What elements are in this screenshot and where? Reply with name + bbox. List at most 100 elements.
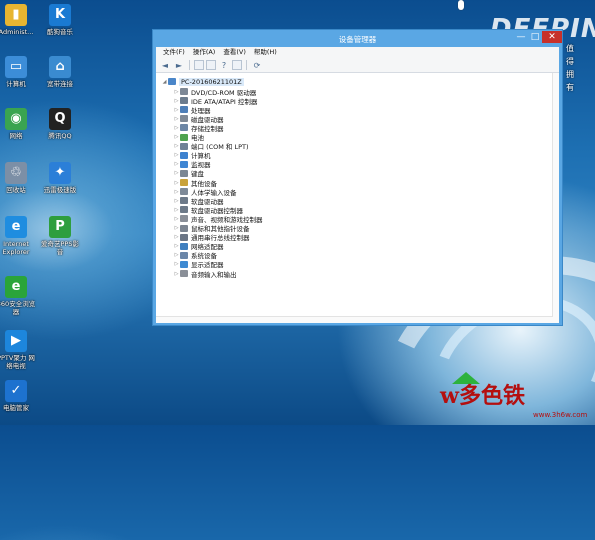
device-manager-window[interactable]: 设备管理器 — □ ✕ 文件(F) 操作(A) 查看(V) 帮助(H) ◄ ► … [152, 29, 563, 326]
desktop-icon[interactable]: e 360安全浏览器 [0, 276, 38, 316]
expand-arrow-icon[interactable]: ▷ [173, 271, 180, 277]
toolbar: ◄ ► ? ⟳ [156, 58, 559, 73]
window-title: 设备管理器 [338, 35, 377, 44]
expand-arrow-icon[interactable]: ▷ [173, 143, 180, 149]
monitor-icon [180, 160, 188, 168]
desktop-icon[interactable]: ▭ 计算机 [0, 56, 38, 88]
mouse-icon [180, 224, 188, 232]
desktop-icon[interactable]: e Internet Explorer [0, 216, 38, 256]
expand-arrow-icon[interactable]: ▷ [173, 98, 180, 104]
qq-icon: Q [49, 108, 71, 130]
other-devices-icon [180, 179, 188, 186]
dvd-drive-icon [180, 88, 188, 95]
expand-arrow-icon[interactable]: ▷ [173, 134, 180, 140]
network-icon: ◉ [5, 108, 27, 130]
expand-arrow-icon[interactable]: ▷ [173, 125, 180, 131]
desktop-icon-label: 回收站 [6, 186, 26, 194]
desktop-icon[interactable]: Q 腾讯QQ [38, 108, 82, 140]
desktop-icon[interactable]: ▶ PPTV聚力 网络电视 [0, 330, 38, 370]
menu-view[interactable]: 查看(V) [219, 47, 250, 58]
expand-arrow-icon[interactable]: ▷ [173, 189, 180, 195]
computer-icon: ▭ [5, 56, 27, 78]
desktop-icon-label: 爱奇艺PPS影音 [41, 240, 79, 256]
forward-arrow-icon[interactable]: ► [173, 59, 185, 71]
pptv-icon: ▶ [5, 330, 27, 352]
usb-icon [180, 233, 188, 241]
desktop-icon-label: 迅雷极速版 [43, 186, 77, 194]
storage-controller-icon [180, 124, 188, 132]
floppy-drive-icon [180, 197, 188, 205]
collapse-arrow-icon[interactable]: ◢ [161, 79, 168, 85]
expand-arrow-icon[interactable]: ▷ [173, 234, 180, 240]
sound-icon [180, 215, 188, 223]
desktop-icon-label: 宽带连接 [47, 80, 73, 88]
device-tree[interactable]: ◢ PC-20160621101Z ▷ DVD/CD-ROM 驱动器 ▷ IDE AT… [159, 75, 552, 320]
title-bar[interactable]: 设备管理器 — □ ✕ [153, 30, 562, 47]
expand-arrow-icon[interactable]: ▷ [173, 152, 180, 158]
tree-item[interactable]: ▷ IDE ATA/ATAPI 控制器 [173, 96, 257, 106]
desktop-icon-label: Administ... [0, 28, 34, 36]
properties-icon[interactable] [194, 60, 204, 70]
desktop-icon[interactable]: ✦ 迅雷极速版 [38, 162, 82, 194]
desktop-icon[interactable]: ◉ 网络 [0, 108, 38, 140]
expand-arrow-icon[interactable]: ▷ [173, 261, 180, 267]
close-button[interactable]: ✕ [542, 31, 562, 43]
expand-arrow-icon[interactable]: ▷ [173, 252, 180, 258]
disk-drive-icon [180, 115, 188, 123]
desktop-icon-label: 网络 [9, 132, 23, 140]
expand-arrow-icon[interactable]: ▷ [173, 216, 180, 222]
display-adapter-icon [180, 260, 188, 268]
expand-arrow-icon[interactable]: ▷ [173, 225, 180, 231]
view-icon[interactable] [232, 60, 242, 70]
desktop-icon-label: 酷狗音乐 [47, 28, 73, 36]
expand-arrow-icon[interactable]: ▷ [173, 116, 180, 122]
expand-arrow-icon[interactable]: ▷ [173, 170, 180, 176]
tree-item[interactable]: ▷ 端口 (COM 和 LPT) [173, 142, 249, 151]
menu-file[interactable]: 文件(F) [159, 47, 189, 58]
show-hide-icon[interactable] [206, 60, 216, 70]
keyboard-icon [180, 169, 188, 177]
admin-folder-icon: ▮ [5, 4, 27, 26]
wallpaper-slogan: 值得拥有 [566, 44, 574, 92]
desktop-icon[interactable]: ♲ 回收站 [0, 162, 38, 194]
desktop-icon[interactable]: ▮ Administ... [0, 4, 38, 36]
scan-hardware-icon[interactable]: ⟳ [251, 59, 263, 71]
pc-manager-icon: ✓ [5, 380, 27, 402]
help-icon[interactable]: ? [218, 59, 230, 71]
port-icon [180, 142, 188, 150]
expand-arrow-icon[interactable]: ▷ [173, 89, 180, 95]
back-arrow-icon[interactable]: ◄ [159, 59, 171, 71]
360-browser-icon: e [5, 276, 27, 298]
desktop-icon[interactable]: ⌂ 宽带连接 [38, 56, 82, 88]
minimize-button[interactable]: — [515, 31, 527, 43]
expand-arrow-icon[interactable]: ▷ [173, 207, 180, 213]
tree-item[interactable]: ▷ 音频输入和输出 [173, 269, 237, 279]
expand-arrow-icon[interactable]: ▷ [173, 198, 180, 204]
broadband-icon: ⌂ [49, 56, 71, 78]
watermark-text: w多色铁 [440, 383, 525, 409]
battery-icon [180, 133, 188, 141]
menu-help[interactable]: 帮助(H) [250, 47, 281, 58]
window-client-area: 文件(F) 操作(A) 查看(V) 帮助(H) ◄ ► ? ⟳ ◢ PC-201… [156, 47, 559, 323]
desktop-icon[interactable]: P 爱奇艺PPS影音 [38, 216, 82, 256]
computer-node-icon [180, 151, 188, 159]
maximize-button[interactable]: □ [529, 31, 541, 43]
tree-root-label[interactable]: PC-20160621101Z [179, 77, 244, 86]
network-adapter-icon [180, 242, 188, 250]
desktop-icon-label: Internet Explorer [2, 240, 30, 256]
expand-arrow-icon[interactable]: ▷ [173, 161, 180, 167]
vertical-scrollbar[interactable] [552, 73, 559, 323]
system-devices-icon [180, 251, 188, 259]
expand-arrow-icon[interactable]: ▷ [173, 180, 180, 186]
kugou-icon: K [49, 4, 71, 26]
audio-io-icon [180, 270, 188, 277]
menu-bar: 文件(F) 操作(A) 查看(V) 帮助(H) [156, 47, 559, 58]
desktop-icon-label: 电脑管家 [3, 404, 29, 412]
expand-arrow-icon[interactable]: ▷ [173, 243, 180, 249]
tree-root[interactable]: ◢ PC-20160621101Z [161, 77, 244, 86]
expand-arrow-icon[interactable]: ▷ [173, 107, 180, 113]
desktop-icon[interactable]: ✓ 电脑管家 [0, 380, 38, 412]
horizontal-scrollbar[interactable] [156, 316, 553, 323]
menu-action[interactable]: 操作(A) [189, 47, 220, 58]
desktop-icon[interactable]: K 酷狗音乐 [38, 4, 82, 36]
